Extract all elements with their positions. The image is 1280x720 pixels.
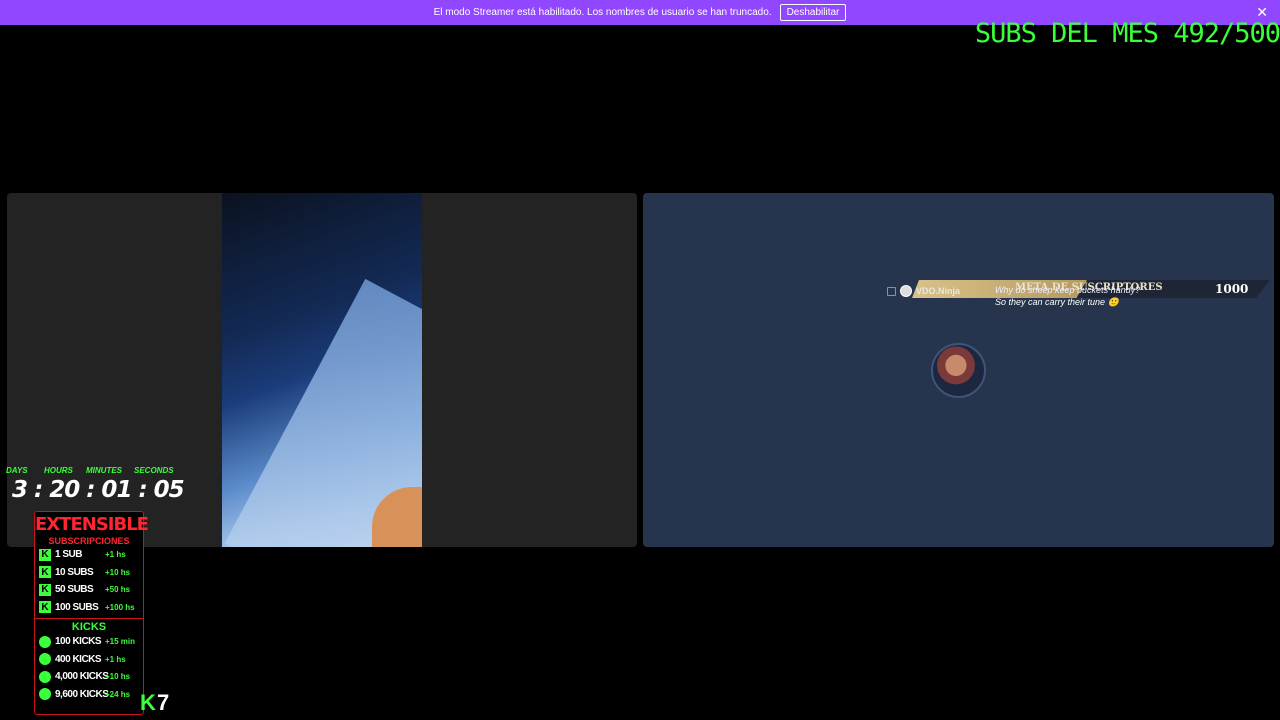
timer-label-seconds: SECONDS xyxy=(134,466,174,475)
timer-label-days: DAYS xyxy=(6,466,28,475)
subs-month-counter: SUBS DEL MES 492/500 xyxy=(974,18,1280,49)
list-item: 4,000 KICKS +10 hs xyxy=(35,668,143,686)
webcam-feed xyxy=(222,193,422,547)
kick-logo-icon: K xyxy=(140,690,156,715)
kick-logo-icon: K xyxy=(39,566,51,579)
extensible-panel: EXTENSIBLE SUBSCRIPCIONES K 1 SUB +1 hs … xyxy=(34,511,149,715)
list-item: 9,600 KICKS +24 hs xyxy=(35,686,143,704)
chat-message: VDO.Ninja xyxy=(887,285,960,297)
corner-counter: 7 xyxy=(157,690,170,715)
kick-coin-icon xyxy=(39,653,51,666)
list-item: K 100 SUBS +100 hs xyxy=(35,599,143,617)
chat-username: VDO.Ninja xyxy=(916,286,961,296)
timer-label-hours: HOURS xyxy=(44,466,73,475)
list-item: K 10 SUBS +10 hs xyxy=(35,564,143,582)
kick-coin-icon xyxy=(39,688,51,701)
list-item: K 50 SUBS +50 hs xyxy=(35,581,143,599)
kick-coin-icon xyxy=(39,635,51,648)
divider xyxy=(35,618,143,619)
goal-ribbon-target: 1000 xyxy=(1215,282,1249,296)
countdown-timer: 3 : 20 : 01 : 05 xyxy=(12,477,185,503)
stream-window: El modo Streamer está habilitado. Los no… xyxy=(0,0,1280,720)
kick-coin-icon xyxy=(39,670,51,683)
list-item: 400 KICKS +1 hs xyxy=(35,651,143,669)
banner-message: El modo Streamer está habilitado. Los no… xyxy=(433,7,772,18)
subs-heading: SUBSCRIPCIONES xyxy=(48,536,130,546)
chat-message-line-2: So they can carry their tune 🙂 xyxy=(995,297,1119,307)
guest-avatar xyxy=(931,343,986,398)
kick-logo-icon: K xyxy=(39,601,51,614)
timer-label-minutes: MINUTES xyxy=(86,466,122,475)
timer-labels: DAYS HOURS MINUTES SECONDS xyxy=(6,466,174,475)
extensible-title: EXTENSIBLE xyxy=(35,514,149,535)
list-item: 100 KICKS +15 min xyxy=(35,633,143,651)
kick-logo-icon: K xyxy=(39,548,51,561)
kicks-heading: KICKS xyxy=(71,621,107,633)
avatar xyxy=(900,285,912,297)
kick-logo-icon: K xyxy=(39,583,51,596)
disable-streamer-mode-button[interactable]: Deshabilitar xyxy=(779,4,847,21)
chat-message-line-1: Why do sheep keep buckets handy? xyxy=(995,285,1141,295)
twitch-icon xyxy=(887,286,896,296)
list-item: K 1 SUB +1 hs xyxy=(35,546,143,564)
